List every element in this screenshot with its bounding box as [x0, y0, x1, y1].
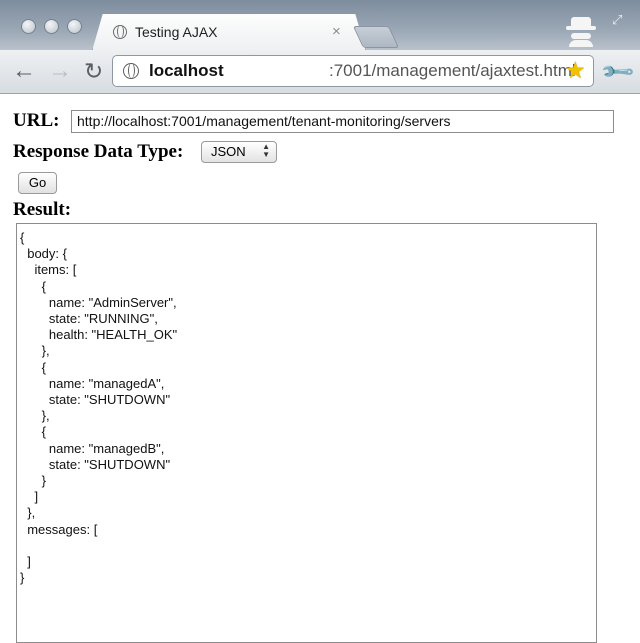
url-label: URL:: [13, 110, 60, 131]
window-minimize-button[interactable]: [44, 19, 59, 34]
reload-icon[interactable]: ↻: [84, 58, 103, 84]
wrench-icon[interactable]: 🔧: [599, 53, 637, 91]
response-type-select[interactable]: JSON ▲ ▼: [201, 141, 277, 163]
result-textarea[interactable]: { body: { items: [ { name: "AdminServer"…: [16, 223, 597, 643]
browser-tab[interactable]: Testing AJAX ×: [92, 13, 366, 51]
forward-icon[interactable]: →: [48, 58, 72, 84]
close-tab-icon[interactable]: ×: [332, 23, 341, 40]
select-arrows-icon: ▲ ▼: [262, 142, 270, 159]
bookmark-star-icon[interactable]: ★: [565, 57, 586, 84]
address-host: localhost: [149, 61, 224, 80]
tab-title: Testing AJAX: [135, 24, 218, 40]
response-type-value: JSON: [211, 144, 246, 159]
url-input[interactable]: http://localhost:7001/management/tenant-…: [71, 110, 614, 133]
incognito-icon: [566, 17, 596, 47]
window-close-button[interactable]: [21, 19, 36, 34]
address-path: :7001/management/ajaxtest.html: [329, 61, 576, 80]
back-icon[interactable]: ←: [12, 58, 36, 84]
address-bar[interactable]: localhost :7001/management/ajaxtest.html…: [112, 55, 594, 87]
globe-icon: [113, 25, 127, 39]
window-zoom-button[interactable]: [67, 19, 82, 34]
response-type-label: Response Data Type:: [13, 141, 184, 162]
result-content: { body: { items: [ { name: "AdminServer"…: [20, 230, 178, 586]
fullscreen-icon[interactable]: ⤢: [612, 12, 622, 28]
go-button[interactable]: Go: [18, 172, 57, 194]
browser-toolbar: ← → ↻ localhost :7001/management/ajaxtes…: [0, 50, 640, 94]
page-content: URL: http://localhost:7001/management/te…: [0, 94, 640, 643]
globe-icon: [123, 63, 139, 79]
window-titlebar: Testing AJAX × ⤢: [0, 0, 640, 51]
result-label: Result:: [13, 199, 72, 220]
